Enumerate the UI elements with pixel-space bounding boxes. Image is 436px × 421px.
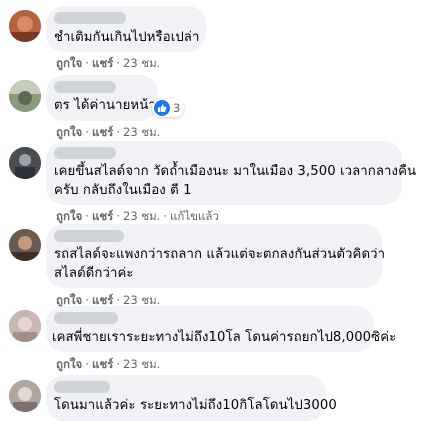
share-button[interactable]: แชร์ — [92, 209, 113, 223]
author-name[interactable] — [54, 230, 124, 242]
like-button[interactable]: ถูกใจ — [56, 56, 82, 70]
avatar[interactable] — [9, 80, 41, 112]
edited-label[interactable]: แก้ไขแล้ว — [170, 209, 219, 223]
author-name[interactable] — [54, 381, 110, 393]
comment-bubble: เคสพี่ชายเราระยะทางไม่ถึง10โล โดนค่ารถยก… — [46, 306, 396, 352]
comment-actions: ถูกใจ · แชร์ · 23 ชม. — [56, 125, 161, 139]
author-name[interactable] — [54, 147, 116, 159]
comment-text: โดนมาแล้วค่ะ ระยะทางไม่ถึง10กิโลโดนไป300… — [54, 398, 337, 413]
timestamp[interactable]: 23 ชม. — [123, 209, 160, 223]
comment-text: ตร ได้ค่านายหน้า — [54, 98, 156, 113]
share-button[interactable]: แชร์ — [92, 56, 113, 70]
timestamp[interactable]: 23 ชม. — [123, 125, 160, 139]
reaction-summary[interactable]: 3 — [152, 99, 185, 117]
share-button[interactable]: แชร์ — [92, 357, 113, 371]
avatar[interactable] — [9, 310, 41, 342]
comment-bubble: รถสไลด์จะแพงกว่ารถลาก แล้วแต่จะตกลงกันส่… — [46, 224, 386, 288]
timestamp[interactable]: 23 ชม. — [123, 357, 160, 371]
comment-bubble: ตร ได้ค่านายหน้า — [46, 75, 158, 121]
like-button[interactable]: ถูกใจ — [56, 293, 82, 307]
comment-text: สไลด์ดีกว่าค่ะ — [54, 266, 134, 281]
comment-text: รถสไลด์จะแพงกว่ารถลาก แล้วแต่จะตกลงกันส่… — [54, 247, 386, 262]
like-button[interactable]: ถูกใจ — [56, 209, 82, 223]
avatar[interactable] — [9, 147, 41, 179]
like-icon — [154, 100, 170, 116]
author-name[interactable] — [54, 12, 126, 24]
avatar[interactable] — [9, 380, 41, 412]
author-name[interactable] — [54, 81, 116, 93]
share-button[interactable]: แชร์ — [92, 293, 113, 307]
comment-text: ชำเติมกันเกินไปหรือเปล่า — [54, 30, 200, 45]
avatar[interactable] — [9, 10, 41, 42]
timestamp[interactable]: 23 ชม. — [123, 293, 160, 307]
comment-actions: ถูกใจ · แชร์ · 23 ชม. — [56, 56, 161, 70]
comment-bubble: โดนมาแล้วค่ะ ระยะทางไม่ถึง10กิโลโดนไป300… — [46, 375, 337, 421]
comment-text: เคยขึ้นสไลด์จาก วัดถ้ำเมืองนะ มาในเมือง … — [54, 164, 417, 179]
author-name[interactable] — [54, 312, 118, 324]
share-button[interactable]: แชร์ — [92, 125, 113, 139]
reaction-count: 3 — [173, 101, 181, 115]
comment-text: เคสพี่ชายเราระยะทางไม่ถึง10โล โดนค่ารถยก… — [52, 330, 397, 345]
avatar[interactable] — [9, 229, 41, 261]
comment-actions: ถูกใจ · แชร์ · 23 ชม. — [56, 357, 161, 371]
timestamp[interactable]: 23 ชม. — [123, 56, 160, 70]
comment-bubble: ชำเติมกันเกินไปหรือเปล่า — [46, 6, 206, 52]
like-button[interactable]: ถูกใจ — [56, 125, 82, 139]
comment-text: ครับ กลับถึงในเมือง ตี 1 — [54, 183, 192, 198]
comment-bubble: เคยขึ้นสไลด์จาก วัดถ้ำเมืองนะ มาในเมือง … — [46, 141, 416, 205]
like-button[interactable]: ถูกใจ — [56, 357, 82, 371]
